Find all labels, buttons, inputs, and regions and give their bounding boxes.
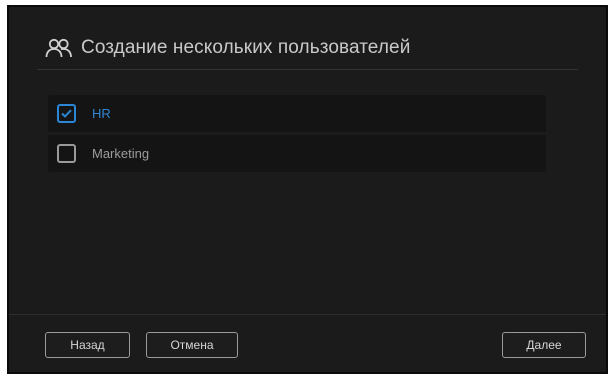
checkmark-icon bbox=[61, 109, 72, 118]
dialog-title: Создание нескольких пользователей bbox=[81, 37, 411, 58]
group-label-marketing: Marketing bbox=[92, 146, 150, 161]
group-label-hr: HR bbox=[92, 106, 111, 121]
group-checkbox-hr[interactable] bbox=[57, 104, 76, 123]
back-button[interactable]: Назад bbox=[45, 332, 130, 358]
dialog-header: Создание нескольких пользователей bbox=[45, 33, 410, 63]
group-checkbox-marketing[interactable] bbox=[57, 144, 76, 163]
cancel-button[interactable]: Отмена bbox=[146, 332, 238, 358]
header-divider bbox=[37, 69, 578, 70]
group-row-hr[interactable]: HR bbox=[48, 95, 546, 132]
next-button[interactable]: Далее bbox=[502, 332, 586, 358]
group-list: HR Marketing bbox=[48, 95, 546, 175]
group-row-marketing[interactable]: Marketing bbox=[48, 135, 546, 172]
users-icon bbox=[45, 37, 73, 59]
create-multiple-users-dialog: Создание нескольких пользователей HR Mar… bbox=[7, 5, 608, 374]
footer-divider bbox=[9, 314, 606, 315]
